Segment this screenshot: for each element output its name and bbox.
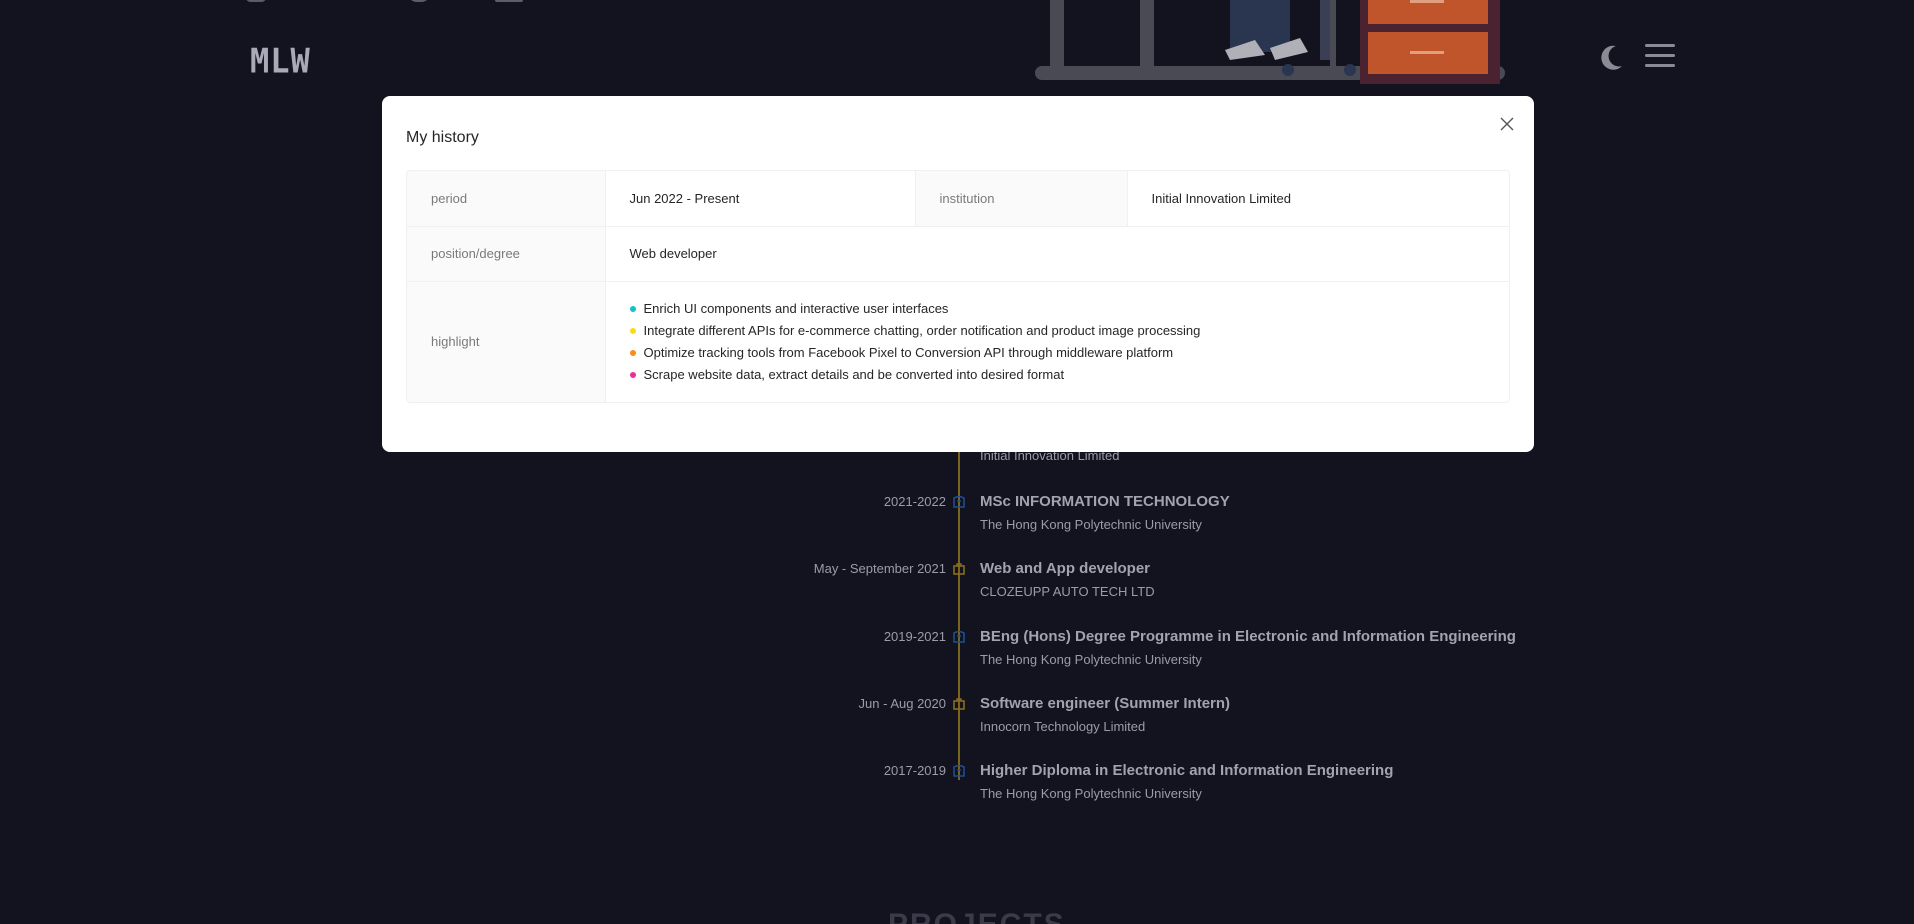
history-details: period Jun 2022 - Present institution In… — [406, 170, 1510, 403]
highlight-label: highlight — [407, 281, 606, 402]
institution-value: Initial Innovation Limited — [1127, 171, 1509, 227]
modal-title: My history — [406, 129, 479, 146]
bullet-dot-icon — [629, 305, 636, 312]
highlight-item: Scrape website data, extract details and… — [629, 364, 1486, 386]
position-value: Web developer — [605, 226, 1509, 282]
institution-label: institution — [915, 171, 1128, 227]
bullet-dot-icon — [629, 371, 636, 378]
position-label: position/degree — [407, 226, 606, 282]
highlight-item: Enrich UI components and interactive use… — [629, 298, 1486, 320]
close-icon — [1500, 117, 1514, 131]
highlight-item: Integrate different APIs for e-commerce … — [629, 320, 1486, 342]
period-value: Jun 2022 - Present — [605, 171, 916, 227]
highlight-value: Enrich UI components and interactive use… — [605, 281, 1509, 402]
highlight-list: Enrich UI components and interactive use… — [629, 298, 1486, 386]
bullet-dot-icon — [629, 327, 636, 334]
period-label: period — [407, 171, 606, 227]
close-button[interactable] — [1496, 113, 1518, 135]
highlight-item: Optimize tracking tools from Facebook Pi… — [629, 342, 1486, 364]
history-modal: My history period Jun 2022 - Present ins… — [382, 96, 1534, 452]
bullet-dot-icon — [629, 349, 636, 356]
